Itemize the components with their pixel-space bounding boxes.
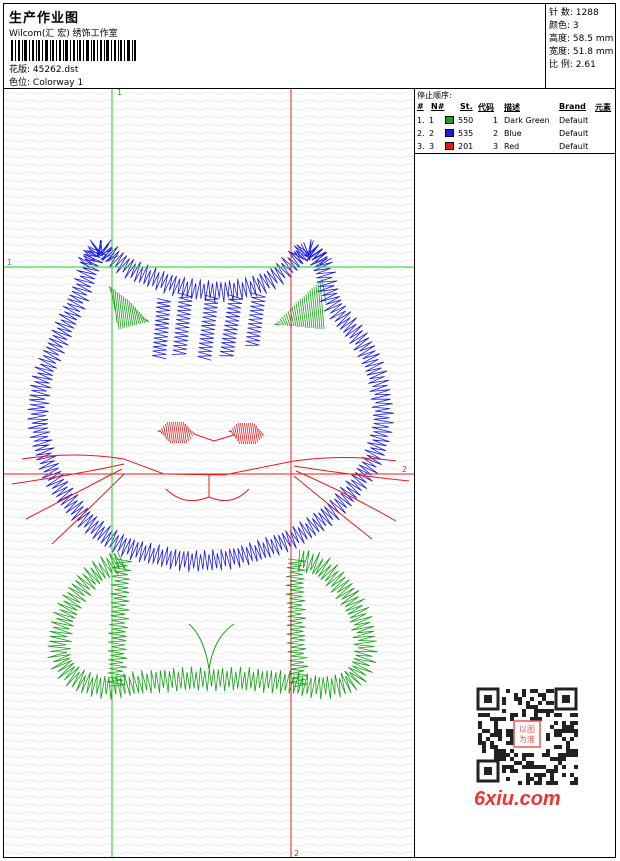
stop-sequence-title: 停止顺序:	[417, 91, 452, 100]
header: 生产作业图 Wilcom(汇 宏) 绣饰工作室 花版: 45262.dst 色位…	[3, 3, 616, 89]
col-header-n: N#	[431, 102, 445, 111]
colorway-label: 色位:	[9, 78, 31, 88]
col-header-brand: Brand	[559, 102, 586, 111]
page-title: 生产作业图	[9, 11, 80, 26]
colorway-value: Colorway 1	[32, 78, 84, 88]
stat-colors: 颜色: 3	[549, 21, 579, 31]
guide-label-red-bottom: 2	[294, 849, 299, 857]
color-swatch	[445, 116, 454, 124]
company-name: Wilcom(汇 宏) 绣饰工作室	[9, 29, 118, 39]
stat-stitches: 针 数: 1288	[549, 8, 599, 18]
stat-height: 高度: 58.5 mm	[549, 34, 614, 44]
col-header-st: St.	[460, 102, 473, 111]
guide-label-green-top: 1	[117, 89, 122, 97]
stat-scale: 比 例: 2.61	[549, 60, 596, 70]
barcode	[11, 40, 136, 61]
col-header-num: #	[417, 102, 424, 111]
watermark-text: 6xiu.com	[474, 788, 561, 810]
svg-text:为准: 为准	[519, 734, 535, 744]
stat-width: 宽度: 51.8 mm	[549, 47, 614, 57]
stats-box: 针 数: 1288 颜色: 3 高度: 58.5 mm 宽度: 51.8 mm …	[545, 3, 616, 89]
col-header-elem: 元素	[595, 103, 611, 112]
color-swatch	[445, 129, 454, 137]
table-divider	[415, 153, 615, 154]
design-file-row: 花版: 45262.dst	[9, 62, 78, 75]
design-label: 花版:	[9, 65, 31, 75]
color-swatch	[445, 142, 454, 150]
embroidery-design-canvas: 1 1 2 2	[4, 89, 414, 857]
col-header-code: 代码	[478, 103, 494, 112]
guide-label-green-left: 1	[7, 258, 12, 267]
qr-logo-text: 以图	[519, 725, 535, 734]
guide-label-red-right: 2	[402, 465, 407, 474]
colorway-row: 色位: Colorway 1	[9, 75, 83, 88]
col-header-desc: 描述	[504, 103, 520, 112]
design-filename: 45262.dst	[32, 65, 79, 75]
